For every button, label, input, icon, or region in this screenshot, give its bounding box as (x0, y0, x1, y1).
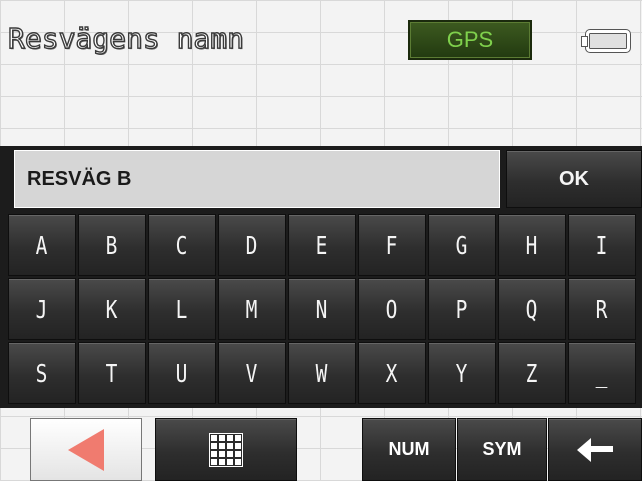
key-x[interactable]: X (358, 342, 426, 404)
key-z[interactable]: Z (498, 342, 566, 404)
key-m[interactable]: M (218, 278, 286, 340)
key-r[interactable]: R (568, 278, 636, 340)
key-n[interactable]: N (288, 278, 356, 340)
keyboard-panel: RESVÄG B OK A B C D E F G H I J K L M N … (0, 146, 642, 408)
page-title: Resvägens namn (7, 21, 245, 55)
key-a[interactable]: A (8, 214, 76, 276)
back-button[interactable] (30, 418, 142, 481)
key-w[interactable]: W (288, 342, 356, 404)
key-h[interactable]: H (498, 214, 566, 276)
key-d[interactable]: D (218, 214, 286, 276)
key-v[interactable]: V (218, 342, 286, 404)
key-y[interactable]: Y (428, 342, 496, 404)
gps-status-badge[interactable]: GPS (408, 20, 532, 60)
key-s[interactable]: S (8, 342, 76, 404)
key-l[interactable]: L (148, 278, 216, 340)
key-q[interactable]: Q (498, 278, 566, 340)
key-t[interactable]: T (78, 342, 146, 404)
backspace-icon (577, 437, 613, 462)
battery-icon (582, 30, 630, 52)
key-p[interactable]: P (428, 278, 496, 340)
key-j[interactable]: J (8, 278, 76, 340)
ok-button[interactable]: OK (506, 150, 642, 208)
key-underscore[interactable]: _ (568, 342, 636, 404)
key-g[interactable]: G (428, 214, 496, 276)
key-c[interactable]: C (148, 214, 216, 276)
route-name-input[interactable]: RESVÄG B (14, 150, 500, 208)
key-i[interactable]: I (568, 214, 636, 276)
bottom-toolbar: NUM SYM (0, 408, 642, 481)
num-button[interactable]: NUM (362, 418, 456, 481)
backspace-button[interactable] (548, 418, 642, 481)
key-b[interactable]: B (78, 214, 146, 276)
key-k[interactable]: K (78, 278, 146, 340)
sym-button[interactable]: SYM (457, 418, 547, 481)
back-arrow-icon (68, 428, 104, 471)
key-e[interactable]: E (288, 214, 356, 276)
key-f[interactable]: F (358, 214, 426, 276)
keypad-layout-button[interactable] (155, 418, 297, 481)
key-u[interactable]: U (148, 342, 216, 404)
keypad-grid-icon (209, 432, 243, 467)
key-o[interactable]: O (358, 278, 426, 340)
